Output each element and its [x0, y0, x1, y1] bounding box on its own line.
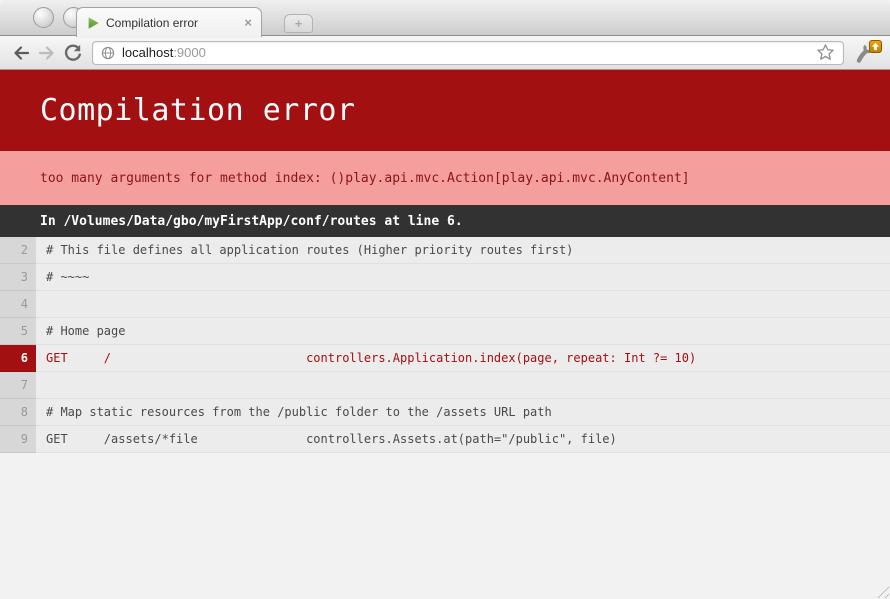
error-page: Compilation error too many arguments for… [0, 70, 890, 599]
address-bar[interactable]: localhost :9000 [92, 41, 844, 65]
line-number: 7 [0, 372, 36, 399]
error-message: too many arguments for method index: ()p… [0, 151, 890, 205]
url-host[interactable]: localhost [122, 45, 173, 60]
line-code: # This file defines all application rout… [36, 237, 890, 264]
code-line: 5# Home page [0, 318, 890, 345]
line-number: 5 [0, 318, 36, 345]
forward-button[interactable] [34, 40, 60, 66]
code-line: 2# This file defines all application rou… [0, 237, 890, 264]
code-line: 8# Map static resources from the /public… [0, 399, 890, 426]
bookmark-star-icon[interactable] [816, 43, 835, 62]
code-line: 3# ~~~~ [0, 264, 890, 291]
menu-wrench-button[interactable] [852, 39, 882, 67]
line-code: # Home page [36, 318, 890, 345]
code-line: 6GET / controllers.Application.index(pag… [0, 345, 890, 372]
code-line: 7 [0, 372, 890, 399]
browser-tab[interactable]: Compilation error × [76, 7, 262, 37]
line-code: GET /assets/*file controllers.Assets.at(… [36, 426, 890, 453]
line-number: 8 [0, 399, 36, 426]
reload-icon [63, 43, 83, 63]
line-code [36, 291, 890, 318]
error-location: In /Volumes/Data/gbo/myFirstApp/conf/rou… [0, 205, 890, 237]
url-port[interactable]: :9000 [173, 45, 206, 60]
error-header: Compilation error [0, 70, 890, 151]
tab-strip: Compilation error × + [0, 0, 890, 36]
line-code: # ~~~~ [36, 264, 890, 291]
code-line: 9GET /assets/*file controllers.Assets.at… [0, 426, 890, 453]
line-number: 4 [0, 291, 36, 318]
line-code [36, 372, 890, 399]
code-line: 4 [0, 291, 890, 318]
source-listing: 2# This file defines all application rou… [0, 237, 890, 453]
line-code: GET / controllers.Application.index(page… [36, 345, 890, 372]
close-window-button[interactable] [33, 7, 54, 28]
browser-window: Compilation error × + [0, 0, 890, 599]
new-tab-button[interactable]: + [284, 14, 313, 33]
line-code: # Map static resources from the /public … [36, 399, 890, 426]
line-number: 9 [0, 426, 36, 453]
tab-title: Compilation error [106, 16, 244, 30]
line-number: 3 [0, 264, 36, 291]
line-number: 2 [0, 237, 36, 264]
reload-button[interactable] [60, 40, 86, 66]
page-title: Compilation error [40, 93, 356, 128]
line-number: 6 [0, 345, 36, 372]
back-arrow-icon [11, 43, 31, 63]
update-badge-icon [869, 40, 882, 53]
globe-icon [101, 46, 115, 60]
forward-arrow-icon [37, 43, 57, 63]
page-background [0, 453, 890, 599]
tab-close-icon[interactable]: × [244, 16, 252, 29]
play-favicon-icon [86, 16, 100, 30]
back-button[interactable] [8, 40, 34, 66]
browser-toolbar: localhost :9000 [0, 36, 890, 70]
